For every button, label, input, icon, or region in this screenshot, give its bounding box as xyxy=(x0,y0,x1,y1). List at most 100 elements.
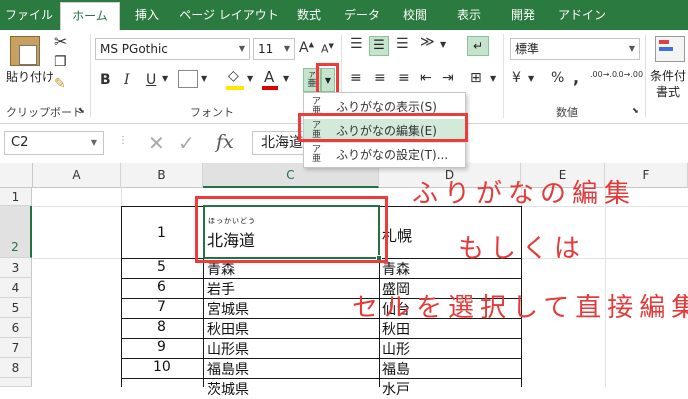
fill-color-swatch xyxy=(226,86,244,90)
align-middle-icon[interactable]: ☰ xyxy=(369,36,389,56)
row-header[interactable]: 8 xyxy=(0,358,32,378)
underline-button[interactable]: U xyxy=(146,72,156,88)
row-header[interactable]: 6 xyxy=(0,318,32,338)
cancel-icon[interactable]: ✕ xyxy=(148,131,165,155)
increase-indent-icon[interactable]: ⇥ xyxy=(442,70,454,86)
tab-view[interactable]: 表示 xyxy=(446,0,492,30)
table-border xyxy=(121,278,521,279)
chevron-down-icon[interactable]: ▼ xyxy=(528,74,534,83)
comma-button[interactable]: , xyxy=(573,68,579,87)
table-cell[interactable]: 茨城県 xyxy=(207,379,249,399)
paste-icon[interactable] xyxy=(10,36,40,66)
gridline xyxy=(33,258,121,259)
decrease-indent-icon[interactable]: ⇤ xyxy=(420,70,432,86)
table-cell[interactable]: 6 xyxy=(157,279,166,295)
annotation-text: ふりがなの編集 xyxy=(412,179,637,209)
table-cell[interactable]: 福島 xyxy=(382,359,410,379)
table-cell[interactable]: 山形県 xyxy=(207,339,249,359)
table-cell[interactable]: 1 xyxy=(157,225,166,241)
table-cell[interactable]: 秋田県 xyxy=(207,319,249,339)
row-header-selected[interactable]: 2 xyxy=(0,206,32,258)
chevron-down-icon: ▼ xyxy=(238,44,245,53)
orientation-icon[interactable]: ≫ xyxy=(420,34,435,50)
italic-button[interactable]: I xyxy=(124,72,130,88)
highlight-box-menu-item xyxy=(298,113,468,142)
chevron-down-icon[interactable]: ▼ xyxy=(247,74,253,83)
number-format-combo[interactable]: 標準 ▼ xyxy=(510,38,640,60)
row-header[interactable] xyxy=(0,378,32,387)
grow-font-button[interactable]: A▲ xyxy=(299,40,314,56)
clipboard-group-label: クリップボード xyxy=(6,106,83,119)
column-header[interactable]: A xyxy=(33,163,121,188)
bold-button[interactable]: B xyxy=(100,72,111,88)
row-header[interactable]: 3 xyxy=(0,258,32,278)
insert-function-button[interactable]: fx xyxy=(216,131,234,153)
tab-insert[interactable]: 挿入 xyxy=(124,0,170,30)
table-cell[interactable]: 宮城県 xyxy=(207,299,249,319)
chevron-down-icon: ▼ xyxy=(628,44,635,53)
name-box[interactable]: C2 ▼ xyxy=(4,131,104,155)
chevron-down-icon: ▼ xyxy=(283,44,290,53)
align-top-icon[interactable]: ☰ xyxy=(350,36,363,52)
font-group-label: フォント xyxy=(190,106,234,119)
furigana-icon: ア亜 xyxy=(312,145,322,164)
annotation-text: セルを選択して直接編集 xyxy=(352,293,688,323)
increase-decimal-button[interactable]: .00→.0 xyxy=(590,70,617,79)
align-bottom-icon[interactable]: ☰ xyxy=(396,36,409,52)
more-icon: ⋮ xyxy=(118,135,128,146)
tab-review[interactable]: 校閲 xyxy=(392,0,438,30)
tab-formulas[interactable]: 数式 xyxy=(286,0,332,30)
tab-data[interactable]: データ xyxy=(336,0,388,30)
chevron-down-icon[interactable]: ▼ xyxy=(201,74,207,83)
chevron-down-icon[interactable]: ▼ xyxy=(162,74,168,83)
row-header[interactable]: 7 xyxy=(0,338,32,358)
font-name-combo[interactable]: MS PGothic ▼ xyxy=(95,38,250,60)
shrink-font-button[interactable]: A▼ xyxy=(321,42,334,56)
conditional-format-icon[interactable] xyxy=(655,36,685,62)
tab-home[interactable]: ホーム xyxy=(60,2,120,30)
align-center-icon[interactable]: ≡ xyxy=(374,70,386,86)
table-cell[interactable]: 5 xyxy=(157,259,166,275)
table-cell[interactable]: 岩手 xyxy=(207,279,235,299)
wrap-text-icon[interactable]: ↵ xyxy=(467,36,489,56)
table-cell[interactable]: 10 xyxy=(153,359,171,375)
table-border xyxy=(121,378,521,379)
table-cell[interactable]: 水戸 xyxy=(382,379,410,399)
merge-center-icon[interactable]: ⊞ xyxy=(470,70,482,86)
fill-color-icon[interactable]: ◇ xyxy=(228,68,239,84)
chevron-down-icon[interactable]: ▼ xyxy=(440,40,446,49)
dialog-launcher-icon[interactable]: ⬊ xyxy=(632,106,639,115)
select-all-corner[interactable] xyxy=(0,163,33,188)
currency-icon[interactable]: ¥ xyxy=(512,70,521,86)
conditional-format-button[interactable]: 条件付 書式 xyxy=(650,68,686,100)
table-cell[interactable]: 9 xyxy=(157,339,166,355)
table-cell[interactable]: 山形 xyxy=(382,339,410,359)
font-color-icon[interactable]: A xyxy=(264,68,274,86)
tab-page-layout[interactable]: ページ レイアウト xyxy=(176,0,282,30)
tab-addins[interactable]: アドイン xyxy=(552,0,612,30)
percent-button[interactable]: % xyxy=(551,70,564,86)
chevron-down-icon[interactable]: ▼ xyxy=(490,74,496,83)
menu-item-furigana-settings[interactable]: ア亜 ふりがなの設定(T)... xyxy=(304,143,465,167)
table-cell[interactable]: 福島県 xyxy=(207,359,249,379)
row-header[interactable]: 1 xyxy=(0,188,32,206)
tab-file[interactable]: ファイル xyxy=(0,0,58,30)
enter-icon[interactable]: ✓ xyxy=(178,131,195,155)
column-header[interactable]: B xyxy=(121,163,203,188)
borders-icon[interactable] xyxy=(178,70,198,88)
cut-icon[interactable]: ✂ xyxy=(54,32,67,51)
row-header[interactable]: 4 xyxy=(0,278,32,298)
dialog-launcher-icon[interactable]: ⬊ xyxy=(78,106,85,115)
table-cell[interactable]: 7 xyxy=(157,299,166,315)
row-header[interactable]: 5 xyxy=(0,298,32,318)
paste-button[interactable]: 貼り付け xyxy=(6,68,54,85)
chevron-down-icon[interactable]: ▼ xyxy=(283,74,289,83)
align-left-icon[interactable]: ≡ xyxy=(350,70,362,86)
tab-developer[interactable]: 開発 xyxy=(500,0,546,30)
copy-icon[interactable]: ❐ xyxy=(54,54,67,70)
table-cell[interactable]: 8 xyxy=(157,319,166,335)
format-painter-icon[interactable]: ✎ xyxy=(54,76,66,92)
font-size-combo[interactable]: 11 ▼ xyxy=(253,38,295,60)
decrease-decimal-button[interactable]: .0→.00 xyxy=(616,70,643,79)
align-right-icon[interactable]: ≡ xyxy=(398,70,410,86)
